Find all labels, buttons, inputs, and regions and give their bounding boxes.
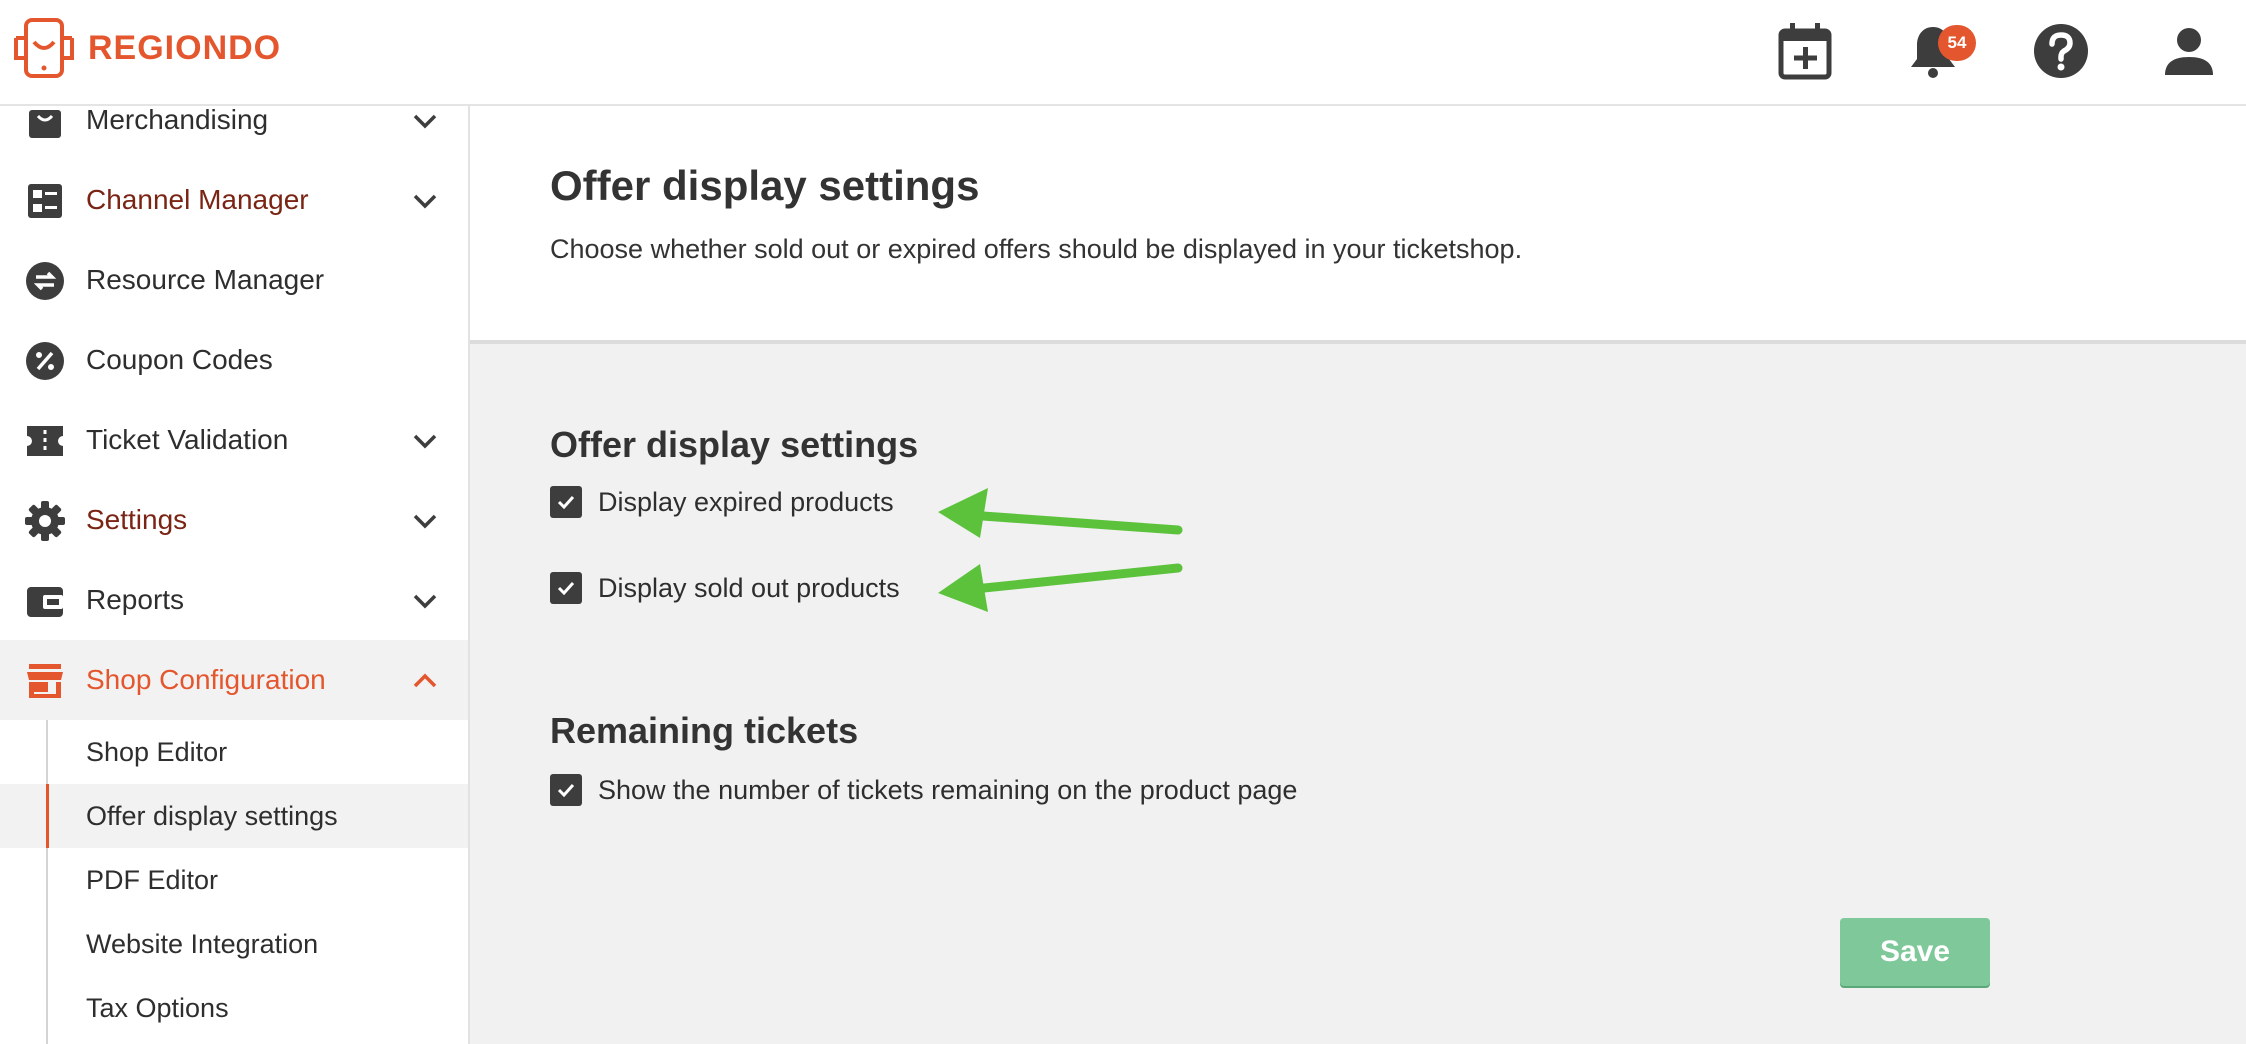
shopping-bag-icon [24,106,66,142]
sidebar-item-coupon-codes[interactable]: Coupon Codes [0,320,468,400]
top-bar: REGIONDO 54 [0,0,2246,106]
option-display-sold-out[interactable]: Display sold out products [550,572,900,604]
notifications-button[interactable]: 54 [1900,18,1976,84]
brand-name: REGIONDO [88,29,282,67]
dashboard-list-icon [24,180,66,222]
sidebar-subitem-pdf-editor[interactable]: PDF Editor [0,848,468,912]
chevron-down-icon [413,434,437,449]
sidebar-subitem-label: Shop Editor [86,737,228,767]
sold-out-products-label: Display sold out products [598,572,900,603]
chevron-down-icon [413,514,437,529]
sidebar-subitem-label: PDF Editor [86,865,219,895]
remaining-tickets-checkbox[interactable] [550,774,582,806]
gear-icon [24,500,66,542]
annotation-arrows [938,488,1183,612]
settings-panel: Offer display settings Display expired p… [470,344,2246,1044]
notification-badge: 54 [1938,25,1976,61]
chevron-down-icon [413,194,437,209]
sidebar-item-merchandising[interactable]: Merchandising [0,106,468,160]
sidebar-subitem-label: Offer display settings [86,801,338,831]
section-title-offer-display: Offer display settings [550,424,919,465]
sidebar-subitem-label: Tax Options [86,993,229,1023]
sidebar-item-label: Reports [86,584,185,615]
sold-out-products-checkbox[interactable] [550,572,582,604]
store-icon [24,660,66,702]
help-icon [2034,24,2088,78]
checkmark-icon [557,495,575,509]
wallet-icon [24,580,66,622]
swap-arrows-icon [24,260,66,302]
sidebar-item-label: Coupon Codes [86,344,273,375]
sidebar-item-label: Shop Configuration [86,664,326,695]
brand-logo[interactable]: REGIONDO [12,16,281,80]
sidebar-item-channel-manager[interactable]: Channel Manager [0,160,468,240]
percent-icon [24,340,66,382]
sidebar-subitem-shop-editor[interactable]: Shop Editor [0,720,468,784]
sidebar-item-label: Ticket Validation [86,424,289,455]
chevron-down-icon [413,114,437,129]
help-button[interactable] [2028,18,2094,84]
sidebar-item-resource-manager[interactable]: Resource Manager [0,240,468,320]
save-button[interactable]: Save [1840,918,1990,986]
section-title-remaining-tickets: Remaining tickets [550,710,859,751]
ticket-icon [24,420,66,462]
sidebar-subitem-offer-display-settings[interactable]: Offer display settings [0,784,468,848]
sidebar-item-label: Resource Manager [86,264,325,295]
add-event-button[interactable] [1772,18,1838,84]
page-header: Offer display settings Choose whether so… [470,106,2246,344]
sidebar-item-reports[interactable]: Reports [0,560,468,640]
remaining-tickets-label: Show the number of tickets remaining on … [598,774,1298,805]
sidebar-subitem-website-integration[interactable]: Website Integration [0,912,468,976]
option-display-expired[interactable]: Display expired products [550,486,894,518]
checkmark-icon [557,783,575,797]
sidebar-item-ticket-validation[interactable]: Ticket Validation [0,400,468,480]
sidebar-item-label: Merchandising [86,106,269,135]
option-remaining-tickets[interactable]: Show the number of tickets remaining on … [550,774,1297,806]
chevron-up-icon [413,673,437,688]
annotation-arrow-icon [938,488,1183,538]
sidebar-item-settings[interactable]: Settings [0,480,468,560]
expired-products-label: Display expired products [598,486,894,517]
user-icon [2165,28,2213,75]
regiondo-logo-icon [14,18,74,78]
sidebar-item-label: Settings [86,504,188,535]
sidebar-item-shop-configuration[interactable]: Shop Configuration [0,640,468,720]
sidebar: Merchandising Channel Manager Resource M… [0,106,470,1044]
calendar-add-icon [1778,23,1832,80]
checkmark-icon [557,581,575,595]
sidebar-item-label: Channel Manager [86,184,309,215]
page-description: Choose whether sold out or expired offer… [550,234,1523,264]
chevron-down-icon [413,594,437,609]
annotation-arrow-icon [938,563,1183,612]
page-title: Offer display settings [550,162,980,209]
expired-products-checkbox[interactable] [550,486,582,518]
sidebar-subitem-tax-options[interactable]: Tax Options [0,976,468,1040]
user-menu-button[interactable] [2156,18,2222,84]
sidebar-subitem-label: Website Integration [86,929,319,959]
